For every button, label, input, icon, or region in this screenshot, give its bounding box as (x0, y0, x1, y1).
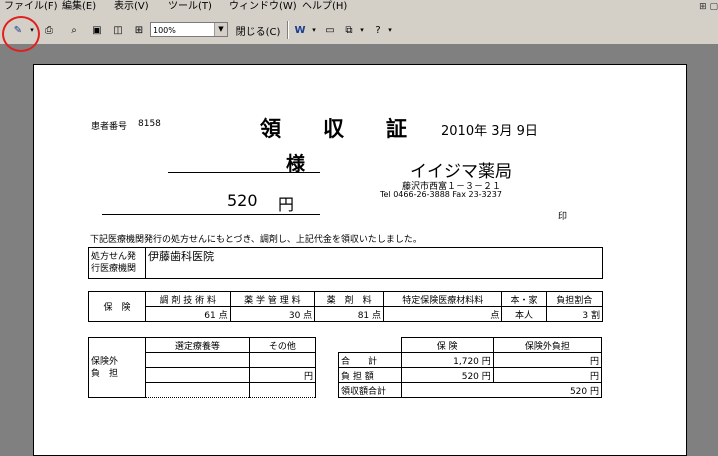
outside-label-line2: 負 担 (91, 368, 119, 379)
summary-value: 1,720 円 (400, 352, 494, 368)
insurance-header: 本・家 (501, 291, 547, 307)
window-control-icon[interactable]: ⊞ ▢ (699, 0, 718, 14)
patient-label: 患者番号 (91, 122, 128, 132)
menu-bar: ファイル(F) 編集(E) 表示(V) ツール(T) ウィンドウ(W) ヘルプ(… (0, 0, 718, 14)
zoom-select[interactable]: 100% ▼ (150, 22, 228, 37)
insurance-value: 81 点 (314, 306, 385, 322)
insurance-value: 点 (383, 306, 503, 322)
outside-label: 保険外 負 担 (88, 337, 146, 398)
pharmacy-tel: Tel 0466-26-3888 Fax 23-3237 (380, 190, 502, 199)
menu-help[interactable]: ヘルプ(H) (302, 0, 347, 14)
clinic-table: 処方せん発 行医療機関 伊藤歯科医院 (88, 247, 603, 279)
new-window-icon[interactable]: ⧉ (340, 21, 358, 39)
two-page-icon[interactable]: ◫ (108, 21, 128, 39)
word-icon[interactable]: W (290, 21, 310, 39)
summary-header: 保険外負担 (492, 337, 603, 353)
one-page-icon[interactable]: ▣ (88, 21, 106, 39)
outside-yen: 円 (248, 367, 317, 383)
outside-col2-header: その他 (248, 337, 317, 353)
summary-total-label: 領収額合計 (338, 382, 402, 398)
insurance-header: 薬 剤 料 (314, 291, 385, 307)
outside-table: 保険外 負 担 選定療養等 その他 円 (88, 337, 317, 398)
receipt-title: 領 収 証 (260, 117, 407, 141)
clinic-label-line2: 行医療機関 (91, 264, 137, 274)
insurance-value: 61 点 (145, 306, 231, 322)
menu-window[interactable]: ウィンドウ(W) (229, 0, 297, 14)
word-dropdown-icon[interactable]: ▾ (310, 21, 318, 39)
outside-label-line1: 保険外 (91, 356, 119, 367)
clinic-label-line1: 処方せん発 (91, 252, 137, 262)
receipt-page: 患者番号 8158 領 収 証 2010年 3月 9日 様 520 円 イイジマ… (33, 64, 687, 456)
highlight-circle (2, 16, 40, 52)
menu-view[interactable]: 表示(V) (114, 0, 149, 14)
print-icon[interactable]: ⎙ (40, 21, 58, 39)
receipt-date: 2010年 3月 9日 (441, 124, 538, 139)
menu-file[interactable]: ファイル(F) (4, 0, 58, 14)
summary-value: 円 (492, 352, 603, 368)
insurance-header: 負担割合 (545, 291, 603, 307)
clinic-name: 伊藤歯科医院 (145, 247, 603, 279)
chevron-down-icon: ▼ (214, 23, 227, 36)
menu-edit[interactable]: 編集(E) (62, 0, 96, 14)
summary-value: 円 (492, 367, 603, 383)
patient-number: 8158 (138, 119, 161, 129)
close-button[interactable]: 閉じる(C) (233, 21, 283, 39)
outside-col1-header: 選定療養等 (145, 337, 250, 353)
insurance-header: 特定保険医療材料料 (383, 291, 503, 307)
amount-value: 520 (227, 191, 258, 210)
statement-text: 下記医療機関発行の処方せんにもとづき、調剤し、上記代金を領収いたしました。 (90, 235, 422, 245)
summary-row-label: 負 担 額 (338, 367, 402, 383)
insurance-label: 保 険 (88, 291, 146, 322)
zoom-icon[interactable]: ⌕ (65, 21, 83, 39)
insurance-value: 30 点 (229, 306, 316, 322)
zoom-value: 100% (153, 26, 176, 35)
insurance-value: 本人 (501, 306, 547, 322)
new-window-dropdown-icon[interactable]: ▾ (358, 21, 366, 39)
toolbar: ✎ ▾ ⎙ ⌕ ▣ ◫ ⊞ 100% ▼ 閉じる(C) W ▾ ▭ ⧉ ▾ ? … (0, 14, 718, 45)
seal-mark: 印 (558, 212, 568, 222)
menu-tools[interactable]: ツール(T) (168, 0, 212, 14)
insurance-table: 保 険 調 剤 技 術 料 薬 学 管 理 料 薬 剤 料 特定保険医療材料料 … (88, 291, 603, 322)
insurance-header: 薬 学 管 理 料 (229, 291, 316, 307)
multi-page-icon[interactable]: ⊞ (130, 21, 148, 39)
insurance-header: 調 剤 技 術 料 (145, 291, 231, 307)
summary-row-label: 合 計 (338, 352, 402, 368)
summary-header: 保 険 (400, 337, 494, 353)
help-dropdown-icon[interactable]: ▾ (386, 21, 394, 39)
clinic-label-cell: 処方せん発 行医療機関 (88, 247, 146, 279)
help-icon[interactable]: ? (369, 21, 387, 39)
summary-value: 520 円 (400, 367, 494, 383)
summary-total-value: 520 円 (400, 382, 602, 398)
summary-table: 保 険 保険外負担 合 計 1,720 円 円 負 担 額 520 円 円 領収… (338, 337, 603, 398)
window-icon[interactable]: ▭ (321, 21, 339, 39)
insurance-value: 3 割 (545, 306, 603, 322)
amount-yen: 円 (278, 195, 295, 214)
